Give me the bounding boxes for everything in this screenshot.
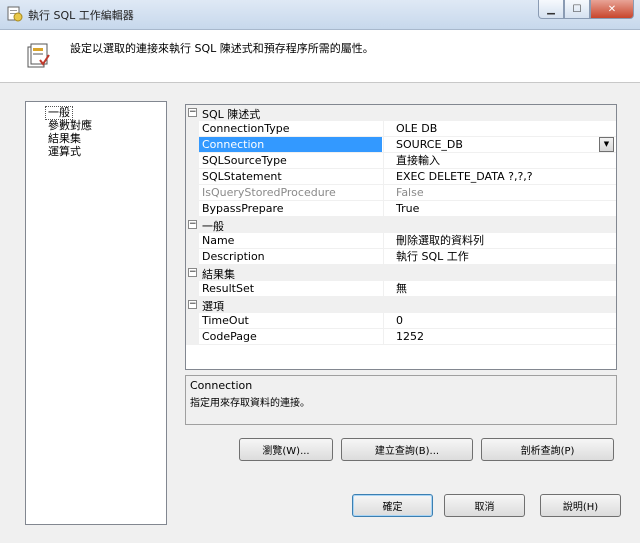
nav-item-general[interactable]: 一般 — [45, 106, 73, 120]
property-row-name[interactable]: Name 刪除選取的資料列 — [186, 233, 616, 249]
property-row-bypass-prepare[interactable]: BypassPrepare True — [186, 201, 616, 217]
ok-button[interactable]: 確定 — [352, 494, 433, 517]
property-row-is-query-stored-procedure[interactable]: IsQueryStoredProcedure False — [186, 185, 616, 201]
app-icon — [7, 6, 23, 22]
property-value[interactable]: SOURCE_DB ▼ — [383, 137, 616, 152]
property-value[interactable]: 執行 SQL 工作 — [383, 249, 616, 264]
property-name: SQLSourceType — [186, 153, 382, 168]
dialog-header: 設定以選取的連接來執行 SQL 陳述式和預存程序所需的屬性。 — [0, 30, 640, 83]
property-name: IsQueryStoredProcedure — [186, 185, 382, 200]
close-button[interactable]: ✕ — [590, 0, 634, 19]
category-label: 結果集 — [202, 268, 235, 281]
property-name: Description — [186, 249, 382, 264]
maximize-button[interactable]: ☐ — [564, 0, 590, 19]
nav-item-expressions[interactable]: 運算式 — [46, 146, 166, 158]
property-name: TimeOut — [186, 313, 382, 328]
property-row-code-page[interactable]: CodePage 1252 — [186, 329, 616, 345]
property-value[interactable]: True — [383, 201, 616, 216]
collapse-icon[interactable]: − — [188, 108, 197, 117]
collapse-icon[interactable]: − — [188, 300, 197, 309]
page-list: 一般 參數對應 結果集 運算式 — [25, 101, 167, 525]
header-description: 設定以選取的連接來執行 SQL 陳述式和預存程序所需的屬性。 — [70, 42, 374, 55]
property-value[interactable]: 0 — [383, 313, 616, 328]
property-name: ConnectionType — [186, 121, 382, 136]
property-description-panel: Connection 指定用來存取資料的連接。 — [185, 375, 617, 425]
property-row-description[interactable]: Description 執行 SQL 工作 — [186, 249, 616, 265]
title-bar: 執行 SQL 工作編輯器 ▁ ☐ ✕ — [0, 0, 640, 30]
category-label: 選項 — [202, 300, 224, 313]
task-icon — [27, 43, 50, 68]
property-name: CodePage — [186, 329, 382, 344]
property-name: ResultSet — [186, 281, 382, 296]
minimize-button[interactable]: ▁ — [538, 0, 564, 19]
description-text: 指定用來存取資料的連接。 — [190, 398, 310, 409]
category-options: − 選項 — [186, 297, 616, 313]
nav-item-result-set[interactable]: 結果集 — [46, 133, 166, 145]
property-value[interactable]: 無 — [383, 281, 616, 296]
property-grid: − SQL 陳述式 ConnectionType OLE DB Connecti… — [185, 104, 617, 370]
description-title: Connection — [190, 379, 253, 392]
property-row-connection-type[interactable]: ConnectionType OLE DB — [186, 121, 616, 137]
property-row-timeout[interactable]: TimeOut 0 — [186, 313, 616, 329]
property-value[interactable]: EXEC DELETE_DATA ?,?,? — [383, 169, 616, 184]
window-controls: ▁ ☐ ✕ — [538, 0, 634, 19]
parse-query-button[interactable]: 剖析查詢(P) — [481, 438, 614, 461]
close-icon: ✕ — [607, 3, 617, 15]
browse-button[interactable]: 瀏覽(W)... — [239, 438, 333, 461]
category-sql-statement: − SQL 陳述式 — [186, 105, 616, 121]
category-label: 一般 — [202, 220, 224, 233]
dropdown-arrow-icon[interactable]: ▼ — [599, 137, 614, 152]
help-button[interactable]: 說明(H) — [540, 494, 621, 517]
property-value[interactable]: 1252 — [383, 329, 616, 344]
maximize-icon: ☐ — [572, 3, 582, 15]
property-value[interactable]: 直接輸入 — [383, 153, 616, 168]
nav-item-parameter-mapping[interactable]: 參數對應 — [46, 120, 166, 132]
property-value[interactable]: 刪除選取的資料列 — [383, 233, 616, 248]
property-name: SQLStatement — [186, 169, 382, 184]
property-value[interactable]: OLE DB — [383, 121, 616, 136]
property-row-result-set[interactable]: ResultSet 無 — [186, 281, 616, 297]
property-name: Connection — [186, 137, 382, 152]
collapse-icon[interactable]: − — [188, 268, 197, 277]
connection-value: SOURCE_DB — [396, 138, 463, 151]
category-label: SQL 陳述式 — [202, 108, 261, 121]
window-title: 執行 SQL 工作編輯器 — [28, 9, 134, 22]
build-query-button[interactable]: 建立查詢(B)... — [341, 438, 473, 461]
property-value: False — [383, 185, 616, 200]
property-row-sql-statement[interactable]: SQLStatement EXEC DELETE_DATA ?,?,? — [186, 169, 616, 185]
cancel-button[interactable]: 取消 — [444, 494, 525, 517]
category-general: − 一般 — [186, 217, 616, 233]
property-row-sql-source-type[interactable]: SQLSourceType 直接輸入 — [186, 153, 616, 169]
minimize-icon: ▁ — [547, 3, 555, 15]
property-name: BypassPrepare — [186, 201, 382, 216]
collapse-icon[interactable]: − — [188, 220, 197, 229]
category-result-set: − 結果集 — [186, 265, 616, 281]
property-row-connection[interactable]: Connection SOURCE_DB ▼ — [186, 137, 616, 153]
property-name: Name — [186, 233, 382, 248]
